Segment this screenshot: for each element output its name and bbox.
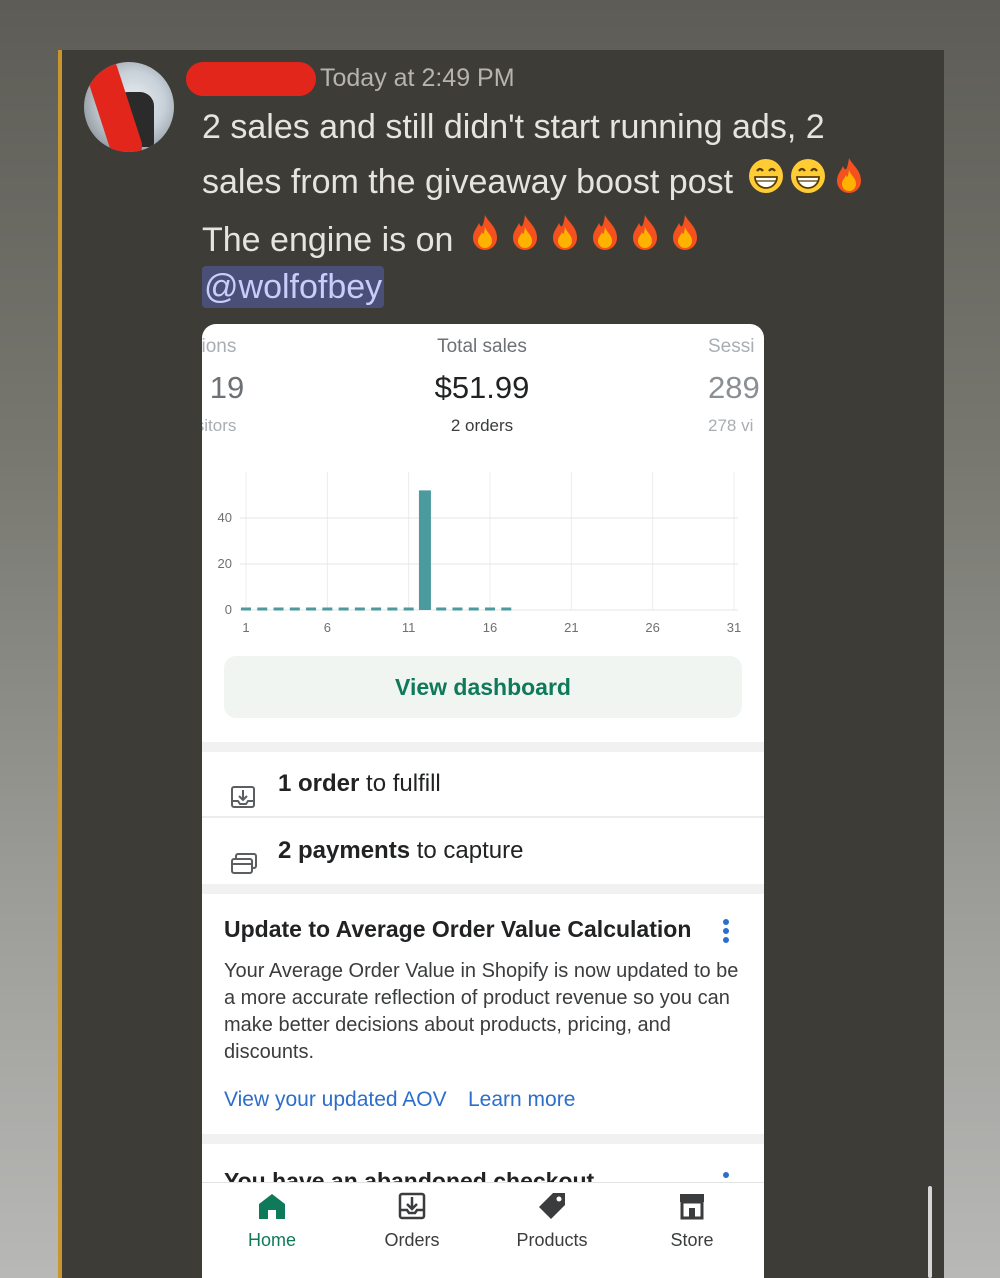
row-divider [202, 816, 764, 818]
stat-sessions-left[interactable]: sions 19 isitors [202, 336, 262, 436]
abandoned-checkout-title: You have an abandoned checkout [224, 1168, 595, 1182]
chart-x-tick: 6 [324, 620, 331, 635]
scrollbar[interactable] [928, 1186, 932, 1278]
fire-icon [507, 213, 543, 270]
grin-icon [789, 157, 827, 212]
message-line-2-wrap: sales from the giveaway boost post [202, 155, 902, 213]
stat-center-label: Total sales [437, 336, 527, 357]
orders-icon [352, 1191, 472, 1226]
chart-x-tick: 21 [564, 620, 578, 635]
store-icon [632, 1191, 752, 1226]
stat-left-value: 19 [209, 370, 245, 405]
tab-products-label: Products [516, 1230, 588, 1250]
message-line-2: sales from the giveaway boost post [202, 163, 734, 201]
task-orders-to-fulfill[interactable]: 1 order to fulfill [202, 752, 764, 816]
fire-icon [667, 213, 703, 270]
emoji-row-3 [463, 215, 703, 259]
bottom-tab-bar: Home Orders Products Store [202, 1182, 764, 1278]
message-line-3: The engine is on [202, 220, 454, 259]
stat-total-sales[interactable]: Total sales $51.99 2 orders [382, 336, 582, 436]
task-text-1: 1 order to fulfill [278, 752, 441, 816]
tab-home[interactable]: Home [212, 1191, 332, 1251]
shopify-screenshot-card[interactable]: sions 19 isitors Total sales $51.99 2 or… [202, 324, 764, 1278]
tag-icon [492, 1191, 612, 1226]
tab-store-label: Store [670, 1230, 714, 1250]
tab-home-label: Home [247, 1230, 296, 1250]
message-text: 2 sales and still didn't start running a… [202, 100, 902, 270]
avatar[interactable] [84, 62, 174, 152]
stat-left-label: sions [202, 336, 237, 357]
user-mention[interactable]: @wolfofbey [202, 266, 385, 308]
section-separator-3 [202, 1134, 764, 1144]
chart-y-tick: 20 [218, 556, 232, 571]
task-text-2: 2 payments to capture [278, 819, 523, 883]
task-rest-1: to fulfill [359, 770, 441, 797]
chart-bar [418, 490, 431, 610]
view-aov-link[interactable]: View your updated AOV [224, 1088, 447, 1112]
username-redaction [186, 62, 316, 96]
stat-sessions-right[interactable]: Sessi 289 278 vi [708, 336, 764, 436]
fire-icon [547, 213, 583, 270]
more-options-icon[interactable] [722, 918, 730, 949]
fire-icon [831, 156, 867, 213]
fire-icon [587, 213, 623, 270]
grin-icon [747, 157, 785, 212]
tab-orders[interactable]: Orders [352, 1191, 472, 1251]
learn-more-link[interactable]: Learn more [468, 1088, 575, 1112]
stat-right-sub: 278 vi [708, 416, 754, 435]
stat-center-sub: 2 orders [450, 416, 514, 435]
chart-x-tick: 11 [402, 620, 416, 635]
message-line-1: 2 sales and still didn't start running a… [202, 108, 825, 146]
home-icon [212, 1191, 332, 1226]
task-payments-to-capture[interactable]: 2 payments to capture [202, 819, 764, 883]
section-separator [202, 742, 764, 752]
message-timestamp: Today at 2:49 PM [320, 64, 515, 92]
fire-icon [467, 213, 503, 270]
message-line-3-wrap: The engine is on [202, 213, 902, 271]
tab-products[interactable]: Products [492, 1191, 612, 1251]
chart-x-tick: 26 [645, 620, 659, 635]
task-count-2: 2 payments [278, 837, 411, 864]
tab-store[interactable]: Store [632, 1191, 752, 1251]
stat-right-value: 289 [708, 370, 760, 405]
chart-y-tick: 40 [218, 510, 232, 525]
emoji-row-2 [743, 157, 867, 201]
fire-icon [627, 213, 663, 270]
notice-body: Your Average Order Value in Shopify is n… [224, 960, 739, 1063]
stat-right-label: Sessi [708, 336, 755, 357]
tab-orders-label: Orders [384, 1230, 440, 1250]
chart-x-tick: 31 [727, 620, 741, 635]
chart-x-tick: 16 [483, 620, 497, 635]
notice-title: Update to Average Order Value Calculatio… [224, 916, 692, 942]
chart-x-tick: 1 [242, 620, 249, 635]
stat-center-value: $51.99 [434, 370, 530, 405]
view-dashboard-button[interactable]: View dashboard [224, 656, 742, 718]
task-rest-2: to capture [410, 837, 524, 864]
sales-chart: 020401 6 11 16 21 26 31 [218, 472, 741, 635]
stat-left-sub: isitors [202, 416, 237, 435]
chart-y-tick: 0 [225, 602, 232, 617]
section-separator-2 [202, 884, 764, 894]
task-count-1: 1 order [278, 770, 360, 797]
